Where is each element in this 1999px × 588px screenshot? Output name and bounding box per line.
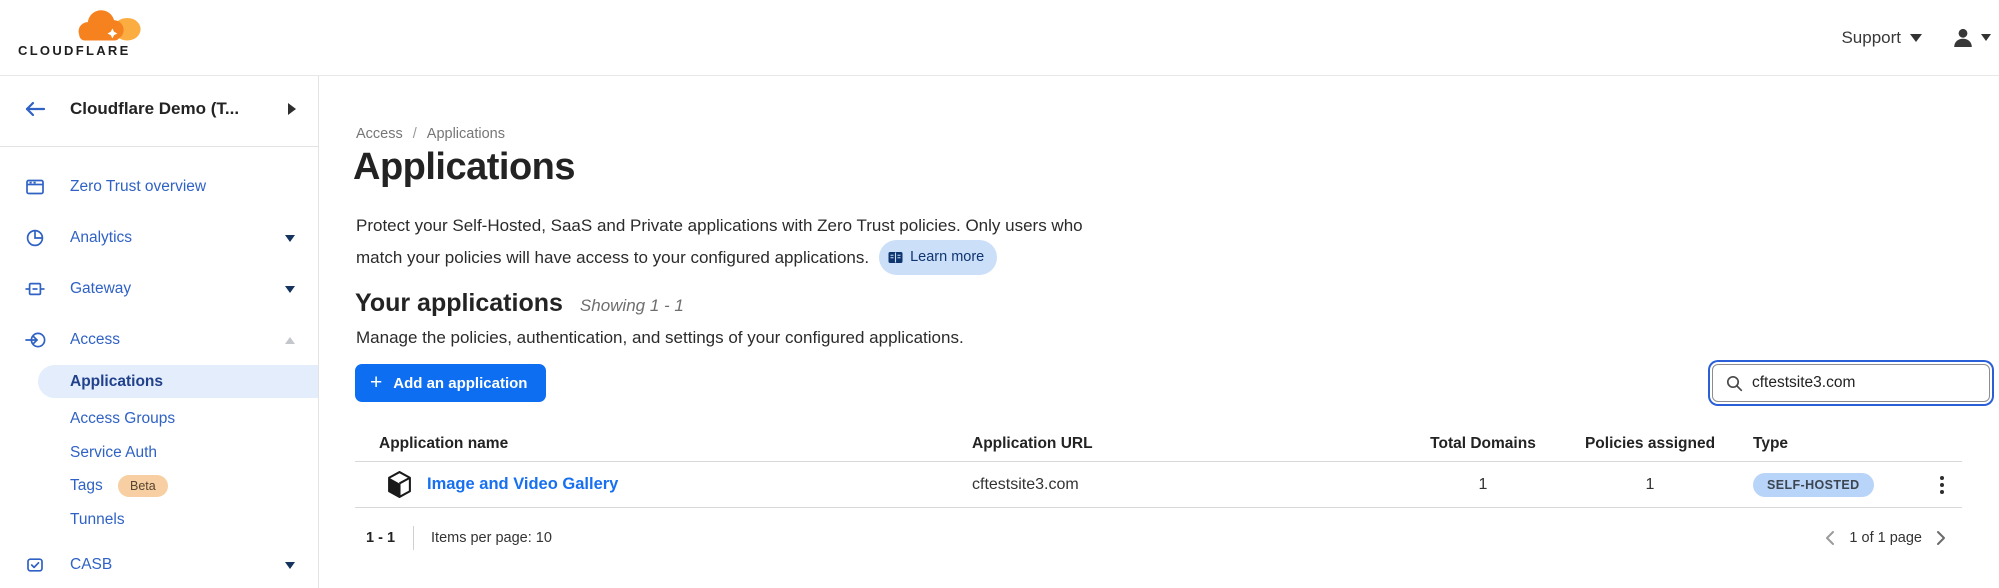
sidebar-item-access-groups[interactable]: Access Groups [0, 402, 318, 435]
sidebar-item-tags[interactable]: Tags Beta [0, 469, 318, 502]
learn-more-label: Learn more [910, 244, 984, 271]
plus-icon: + [370, 372, 382, 393]
column-header-type: Type [1740, 435, 1900, 453]
breadcrumb: Access / Applications [356, 126, 505, 142]
page-description: Protect your Self-Hosted, SaaS and Priva… [356, 212, 1083, 274]
sidebar-item-tunnels[interactable]: Tunnels [0, 503, 318, 536]
breadcrumb-applications: Applications [427, 126, 505, 142]
section-subtext: Manage the policies, authentication, and… [356, 328, 964, 348]
policies-assigned-cell: 1 [1560, 476, 1740, 494]
chevron-down-icon [1910, 34, 1922, 42]
total-domains-cell: 1 [1406, 476, 1560, 494]
cloudflare-wordmark: CLOUDFLARE [18, 43, 152, 58]
applications-table: Application name Application URL Total D… [355, 426, 1962, 508]
user-icon [1952, 27, 1974, 49]
breadcrumb-access[interactable]: Access [356, 126, 403, 142]
top-bar: CLOUDFLARE Support [0, 0, 1999, 76]
account-name: Cloudflare Demo (T... [70, 99, 239, 119]
showing-count: Showing 1 - 1 [580, 296, 684, 316]
footer-divider [413, 526, 414, 550]
table-header-row: Application name Application URL Total D… [355, 426, 1962, 462]
support-menu[interactable]: Support [1841, 28, 1922, 48]
sidebar-item-label: Zero Trust overview [70, 178, 206, 196]
account-menu[interactable] [1952, 27, 1991, 49]
main-content: Access / Applications Applications Prote… [319, 76, 1999, 588]
sidebar-item-access[interactable]: Access [0, 323, 318, 357]
table-row: Image and Video Gallery cftestsite3.com … [355, 462, 1962, 508]
sidebar-item-label: Tunnels [70, 511, 125, 529]
chevron-up-icon [285, 337, 295, 344]
column-header-total-domains: Total Domains [1406, 435, 1560, 453]
sidebar-item-label: Access [70, 331, 120, 349]
app-cube-icon [387, 471, 412, 498]
sidebar-item-gateway[interactable]: Gateway [0, 272, 318, 306]
toolbar: + Add an application [319, 364, 1999, 402]
page-title: Applications [353, 146, 575, 189]
chevron-down-icon [285, 235, 295, 242]
application-url-cell: cftestsite3.com [960, 476, 1406, 494]
sidebar-item-zero-trust-overview[interactable]: Zero Trust overview [0, 170, 318, 204]
support-label: Support [1841, 28, 1901, 48]
chevron-down-icon [285, 562, 295, 569]
description-line-2: match your policies will have access to … [356, 248, 869, 267]
add-application-label: Add an application [393, 375, 527, 392]
sidebar-item-applications[interactable]: Applications [0, 365, 318, 398]
chevron-down-icon [1981, 34, 1991, 41]
sidebar-item-casb[interactable]: CASB [0, 548, 318, 582]
sidebar-item-label: Tags [70, 477, 103, 495]
table-footer: 1 - 1 Items per page: 10 1 of 1 page [355, 520, 1962, 556]
pie-chart-icon [25, 228, 45, 248]
add-application-button[interactable]: + Add an application [355, 364, 546, 402]
sidebar-item-service-auth[interactable]: Service Auth [0, 436, 318, 469]
search-icon [1726, 375, 1743, 392]
sidebar: Cloudflare Demo (T... Zero Trust overvie… [0, 76, 319, 588]
sidebar-item-label: Service Auth [70, 444, 157, 462]
cloudflare-zero-trust-dashboard: CLOUDFLARE Support Cloudflare Demo (T... [0, 0, 1999, 588]
learn-more-link[interactable]: Learn more [879, 240, 997, 275]
casb-icon [25, 555, 45, 575]
type-badge: SELF-HOSTED [1753, 473, 1874, 497]
search-input[interactable] [1752, 374, 1979, 392]
sidebar-account-header: Cloudflare Demo (T... [0, 76, 318, 147]
chevron-down-icon [285, 286, 295, 293]
sidebar-item-label: CASB [70, 556, 112, 574]
back-arrow-icon[interactable] [24, 100, 46, 118]
sidebar-item-analytics[interactable]: Analytics [0, 221, 318, 255]
row-actions-kebab-menu[interactable] [1936, 472, 1948, 498]
items-range: 1 - 1 [366, 530, 395, 546]
cloudflare-logo[interactable]: CLOUDFLARE [18, 8, 152, 58]
column-header-application-url: Application URL [960, 435, 1406, 453]
window-icon [25, 177, 45, 197]
book-icon [888, 251, 903, 264]
previous-page-icon[interactable] [1823, 530, 1837, 546]
cloudflare-cloud-icon [68, 8, 142, 42]
page-indicator: 1 of 1 page [1849, 530, 1922, 546]
beta-badge: Beta [118, 475, 168, 497]
search-box [1712, 364, 1990, 402]
expand-sidebar-icon[interactable] [288, 103, 296, 115]
login-icon [25, 330, 46, 350]
column-header-application-name: Application name [355, 435, 960, 453]
sidebar-item-label: Applications [70, 373, 163, 391]
sidebar-item-label: Access Groups [70, 410, 175, 428]
section-heading: Your applications [355, 289, 563, 318]
description-line-1: Protect your Self-Hosted, SaaS and Priva… [356, 216, 1083, 235]
items-per-page: Items per page: 10 [431, 530, 552, 546]
next-page-icon[interactable] [1934, 530, 1948, 546]
sidebar-item-label: Analytics [70, 229, 132, 247]
gateway-icon [25, 279, 45, 299]
breadcrumb-separator: / [413, 126, 417, 142]
pagination: 1 of 1 page [1823, 530, 1962, 546]
sidebar-item-label: Gateway [70, 280, 131, 298]
column-header-policies-assigned: Policies assigned [1560, 435, 1740, 453]
application-name-link[interactable]: Image and Video Gallery [427, 475, 618, 494]
